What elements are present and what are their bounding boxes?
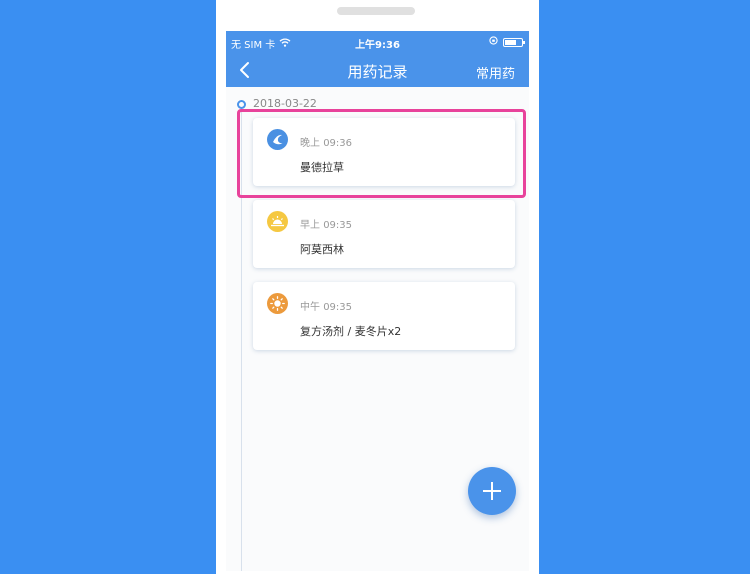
medicine-name: 复方汤剂 / 麦冬片x2 xyxy=(300,325,402,338)
medication-card[interactable]: 晚上 09:36 曼德拉草 xyxy=(253,118,515,186)
medication-card[interactable]: 中午 09:35 复方汤剂 / 麦冬片x2 xyxy=(253,282,515,350)
sunrise-icon xyxy=(267,211,288,232)
moon-icon xyxy=(267,129,288,150)
timeline-line xyxy=(241,107,242,571)
card-time: 早上 09:35 xyxy=(300,220,353,231)
status-right xyxy=(489,36,525,48)
add-record-button[interactable] xyxy=(468,467,516,515)
status-time: 上午9:36 xyxy=(355,40,400,51)
medicine-name: 阿莫西林 xyxy=(300,243,344,256)
rotation-lock-icon xyxy=(489,36,498,48)
common-medicines-button[interactable]: 常用药 xyxy=(476,63,515,82)
battery-icon xyxy=(503,37,525,47)
plus-icon xyxy=(483,482,501,500)
medicine-name: 曼德拉草 xyxy=(300,161,344,174)
card-time: 中午 09:35 xyxy=(300,302,353,313)
sun-icon xyxy=(267,293,288,314)
medication-card[interactable]: 早上 09:35 阿莫西林 xyxy=(253,200,515,268)
timeline-date: 2018-03-22 xyxy=(253,97,317,110)
nav-bar: 用药记录 常用药 xyxy=(226,53,529,87)
timeline-dot xyxy=(237,100,246,109)
status-bar: 无 SIM 卡 上午9:36 xyxy=(226,31,529,53)
card-time: 晚上 09:36 xyxy=(300,138,353,149)
phone-speaker xyxy=(337,7,415,15)
